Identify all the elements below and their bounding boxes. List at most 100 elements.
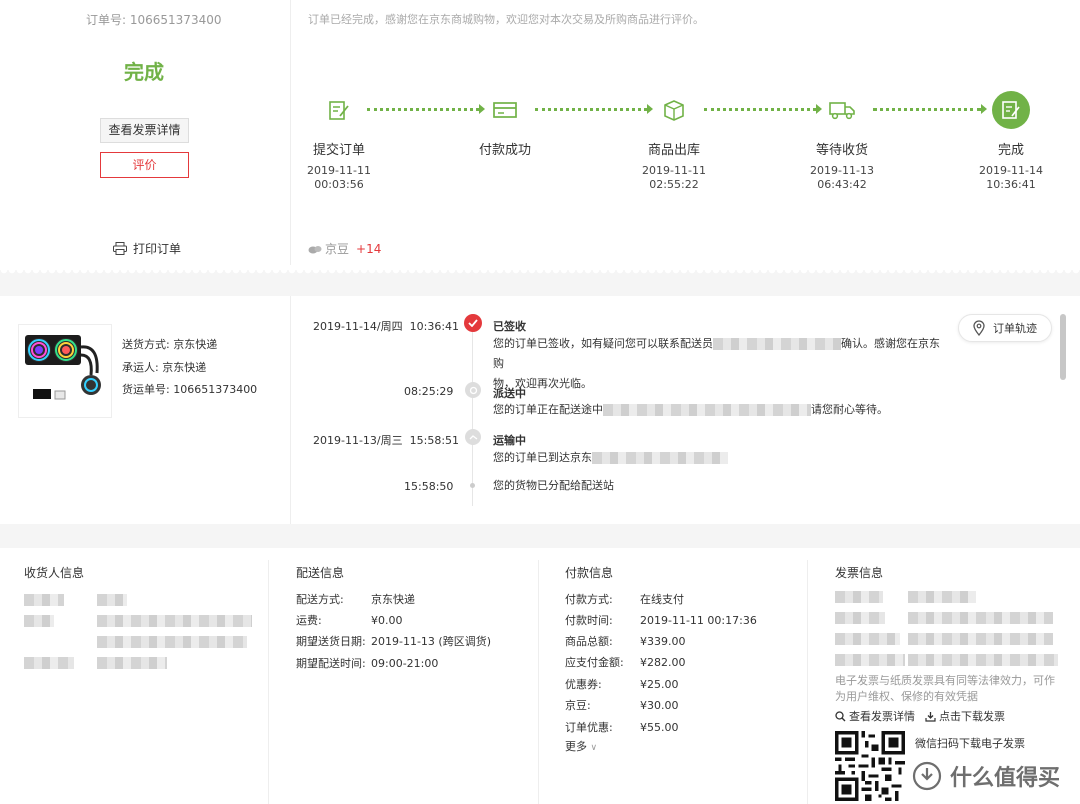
review-button[interactable]: 评价 [100, 152, 189, 178]
step-time: 06:43:42 [817, 178, 867, 191]
field-value: ¥339.00 [640, 635, 686, 648]
view-invoice-link[interactable]: 查看发票详情 [835, 708, 915, 724]
tracking-number-label: 货运单号: [122, 383, 174, 396]
redacted-text [97, 636, 247, 648]
step-date: 2019-11-13 [810, 164, 874, 177]
divider [290, 296, 291, 524]
invoice-links: 查看发票详情 点击下载发票 [835, 708, 1005, 724]
redacted-text [603, 404, 811, 416]
printer-icon [113, 242, 127, 255]
divider [268, 560, 269, 804]
expected-date-row: 期望送货日期: 2019-11-13 (跨区调货) [296, 633, 491, 649]
download-icon [925, 711, 936, 722]
field-value: ¥30.00 [640, 699, 679, 712]
expected-time-row: 期望配送时间: 09:00-21:00 [296, 655, 438, 671]
print-order-link[interactable]: 打印订单 [113, 240, 181, 257]
order-number: 订单号: 106651373400 [86, 11, 221, 28]
delivery-icon [465, 382, 481, 398]
step-warehouse-out: 商品出库 2019-11-11 02:55:22 [619, 91, 729, 192]
product-image[interactable] [18, 324, 112, 418]
check-form-icon [992, 91, 1030, 129]
payment-info-title: 付款信息 [565, 566, 614, 580]
event-date: 2019-11-14/周四 [313, 320, 403, 333]
order-track-label: 订单轨迹 [993, 322, 1037, 335]
coupon-row: 优惠券: ¥25.00 [565, 676, 679, 692]
event-title: 运输中 [493, 434, 526, 447]
field-value: 在线支付 [640, 593, 684, 606]
event-title: 已签收 [493, 320, 526, 333]
order-track-button[interactable]: 订单轨迹 [958, 314, 1052, 342]
redacted-text [24, 594, 64, 606]
view-invoice-label: 查看发票详情 [849, 710, 915, 723]
field-label: 期望送货日期: [296, 635, 366, 648]
timeline-scrollbar[interactable] [1060, 314, 1066, 380]
view-invoice-button[interactable]: 查看发票详情 [100, 118, 189, 143]
timeline-datetime: 2019-11-14/周四 10:36:41 [313, 318, 459, 334]
step-label: 商品出库 [647, 143, 700, 158]
qr-code[interactable] [835, 731, 905, 801]
redacted-text [908, 654, 1058, 666]
smzdm-logo-icon [912, 761, 942, 791]
beans-label: 京豆 [325, 242, 350, 256]
more-payment-link[interactable]: 更多 ∨ [565, 738, 597, 754]
step-complete: 完成 2019-11-14 10:36:41 [956, 91, 1066, 192]
wechat-download-hint: 微信扫码下载电子发票 [915, 737, 1025, 750]
step-submit-order: 提交订单 2019-11-11 00:03:56 [284, 91, 394, 192]
timeline-datetime: 08:25:29 [404, 385, 453, 398]
shipping-method-value: 京东快递 [173, 338, 218, 351]
order-number-label: 订单号: [86, 13, 130, 27]
order-info-panel: 收货人信息 配送信息 配送方式: 京东快递 运费: ¥0.00 期望送货日期: 201… [0, 548, 1080, 804]
download-invoice-link[interactable]: 点击下载发票 [925, 708, 1005, 724]
event-text-part: 您的订单正在配送途中 [493, 403, 603, 416]
redacted-text [835, 654, 905, 666]
step-date: 2019-11-11 [642, 164, 706, 177]
transit-icon [465, 429, 481, 445]
shipping-method: 送货方式: 京东快递 [122, 336, 217, 352]
field-value: 2019-11-13 (跨区调货) [371, 635, 492, 648]
beans-amount: +14 [356, 241, 382, 256]
redacted-text [908, 633, 1053, 645]
event-text-part: 您的货物已分配给配送站 [493, 479, 614, 492]
field-label: 订单优惠: [565, 721, 613, 734]
payment-time-row: 付款时间: 2019-11-11 00:17:36 [565, 612, 757, 628]
field-value: 京东快递 [371, 593, 415, 606]
field-label: 期望配送时间: [296, 657, 366, 670]
step-label: 完成 [997, 143, 1024, 158]
field-label: 付款时间: [565, 614, 613, 627]
event-text: 您的订单已到达京东 [493, 448, 943, 468]
shipment-panel: 送货方式: 京东快递 承运人: 京东快递 货运单号: 106651373400 … [0, 296, 1080, 524]
field-value: 2019-11-11 00:17:36 [640, 614, 757, 627]
bean-icon [308, 245, 322, 253]
timeline-dot [470, 483, 475, 488]
step-label: 等待收货 [815, 143, 868, 158]
divider [807, 560, 808, 804]
shipping-method-label: 送货方式: [122, 338, 174, 351]
step-label: 提交订单 [312, 143, 365, 158]
redacted-text [908, 612, 1053, 624]
delivery-method-row: 配送方式: 京东快递 [296, 591, 415, 607]
redacted-text [592, 452, 728, 464]
truck-icon [823, 91, 861, 129]
event-text: 您的订单已签收，如有疑问您可以联系配送员 确认。感谢您在京东购 物，欢迎再次光临。 [493, 334, 943, 394]
redacted-text [97, 615, 252, 627]
field-value: ¥55.00 [640, 721, 679, 734]
event-time: 08:25:29 [404, 385, 454, 398]
shipping-fee-row: 运费: ¥0.00 [296, 612, 403, 628]
order-status-panel: 订单号: 106651373400 完成 查看发票详情 评价 打印订单 订单已经… [0, 0, 1080, 272]
timeline-datetime: 15:58:50 [404, 480, 453, 493]
signed-check-icon [464, 314, 482, 332]
invoice-info-title: 发票信息 [835, 566, 884, 580]
event-text-part: 您的订单已签收，如有疑问您可以联系配送员 [493, 337, 713, 350]
tracking-number-value: 106651373400 [173, 383, 258, 396]
redacted-text [713, 338, 841, 350]
tracking-number: 货运单号: 106651373400 [122, 381, 257, 397]
receiver-info-title: 收货人信息 [24, 566, 85, 580]
event-time: 10:36:41 [409, 320, 460, 333]
chevron-down-icon: ∨ [590, 743, 598, 753]
event-date: 2019-11-13/周三 [313, 434, 403, 447]
order-status: 完成 [124, 60, 164, 84]
redacted-text [24, 657, 74, 669]
jd-beans-row: 京豆: ¥30.00 [565, 697, 679, 713]
redacted-text [24, 615, 54, 627]
field-label: 配送方式: [296, 593, 344, 606]
